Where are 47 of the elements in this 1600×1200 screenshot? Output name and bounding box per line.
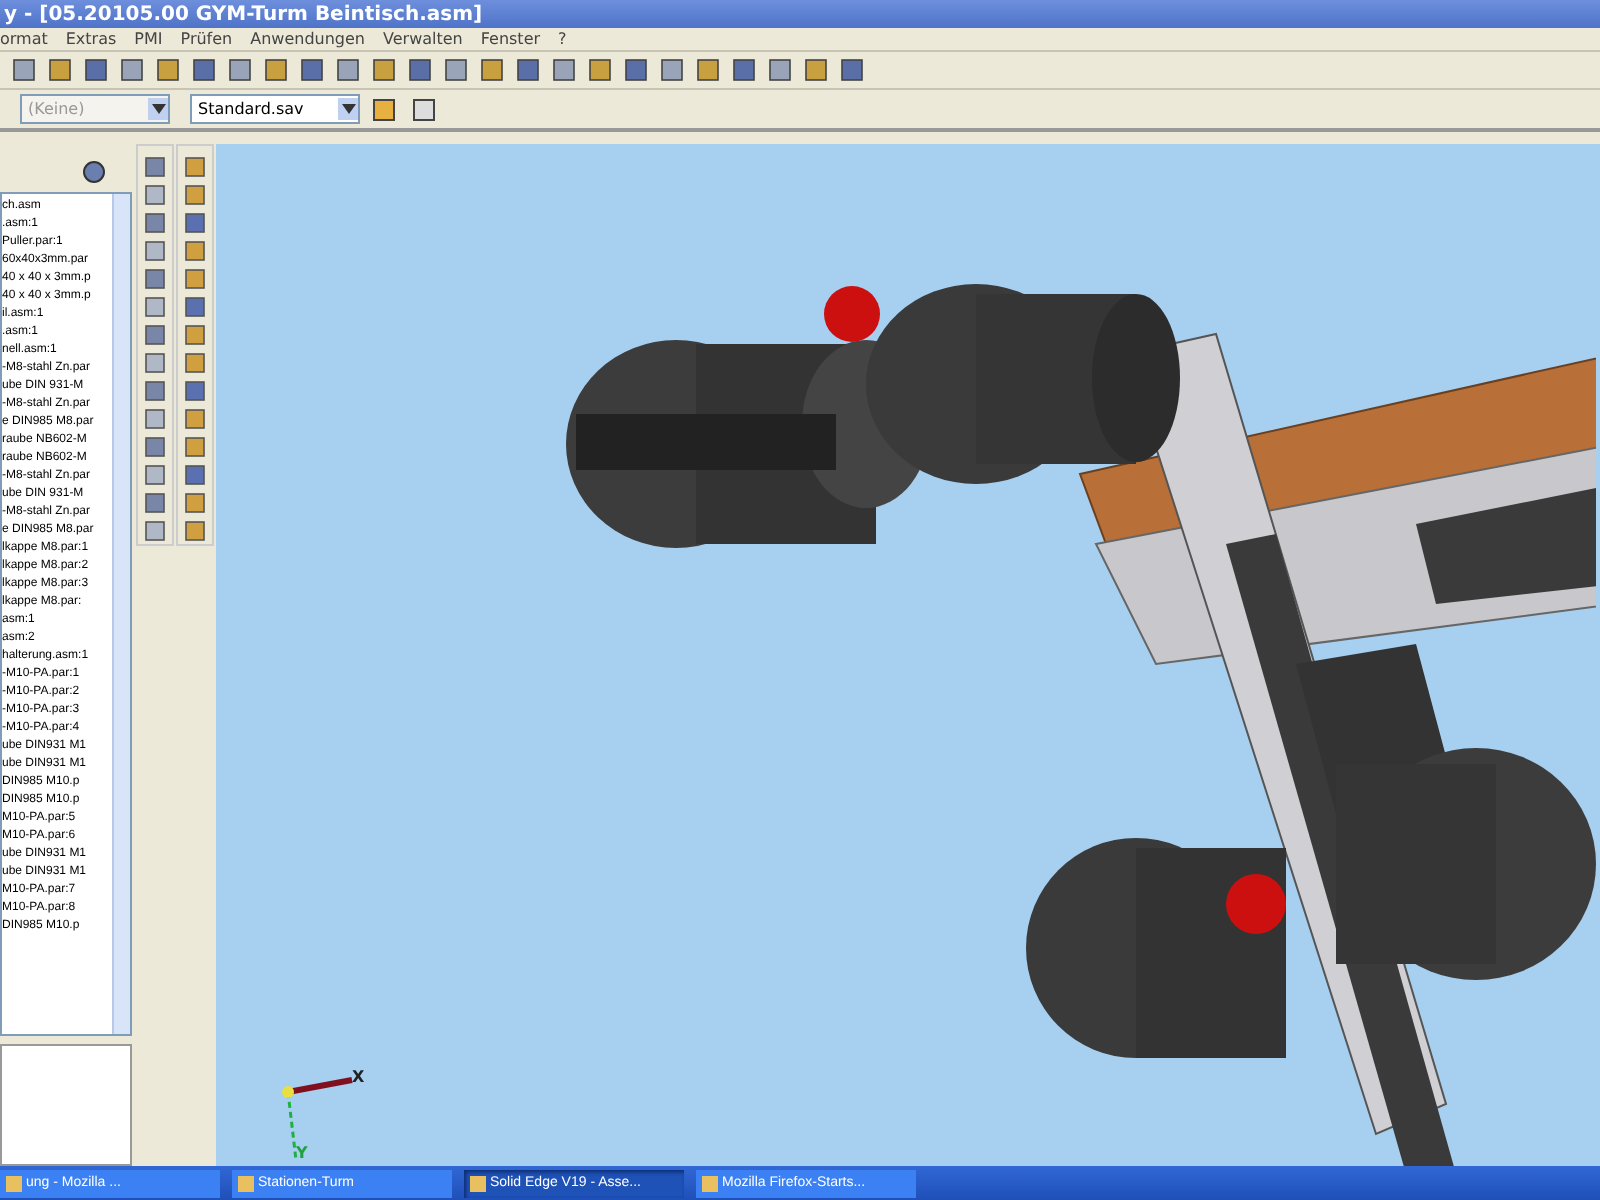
toolbar-button[interactable] xyxy=(332,54,364,86)
window-icon xyxy=(702,1175,718,1191)
axis-label: Y xyxy=(296,1144,308,1162)
scrollbar[interactable] xyxy=(112,194,130,1034)
menu-item[interactable]: ? xyxy=(558,30,567,48)
menu-item[interactable]: ormat xyxy=(0,30,48,48)
toolbar-button[interactable] xyxy=(404,54,436,86)
axis-label: X xyxy=(352,1068,365,1086)
toolbar-button[interactable] xyxy=(584,54,616,86)
dropdown-arrow-icon xyxy=(148,98,168,120)
toolbar-button[interactable] xyxy=(116,54,148,86)
toolbar-button[interactable] xyxy=(836,54,868,86)
window-icon xyxy=(6,1175,22,1191)
window-icon xyxy=(470,1175,486,1191)
toolbar-button[interactable] xyxy=(656,54,688,86)
menu-item[interactable]: PMI xyxy=(134,30,163,48)
toolbar-button[interactable] xyxy=(44,54,76,86)
menu-item[interactable]: Prüfen xyxy=(180,30,233,48)
toolbar-button[interactable] xyxy=(512,54,544,86)
window-icon xyxy=(238,1175,254,1191)
menu-item[interactable]: Extras xyxy=(65,30,117,48)
toolbar-button[interactable] xyxy=(152,54,184,86)
style-dropdown[interactable]: Standard.sav xyxy=(190,94,360,124)
toolbar-button[interactable] xyxy=(440,54,472,86)
menu-item[interactable]: Anwendungen xyxy=(250,30,365,48)
toolbar-button[interactable] xyxy=(408,93,440,125)
toolbar-button[interactable] xyxy=(188,54,220,86)
properties-pane xyxy=(0,1044,132,1166)
toolbar-button[interactable] xyxy=(8,54,40,86)
toolbar-button[interactable] xyxy=(368,54,400,86)
window-title: y - [05.20105.00 GYM-Turm Beintisch.asm] xyxy=(4,3,483,25)
toolbar-button[interactable] xyxy=(692,54,724,86)
toolbar-button[interactable] xyxy=(548,54,580,86)
toolbar-button[interactable] xyxy=(260,54,292,86)
menu-item[interactable]: Fenster xyxy=(480,30,541,48)
toolbar-button[interactable] xyxy=(296,54,328,86)
toolbar-button[interactable] xyxy=(764,54,796,86)
toolbar-button[interactable] xyxy=(224,54,256,86)
menu-item[interactable]: Verwalten xyxy=(383,30,463,48)
toolbar-button[interactable] xyxy=(800,54,832,86)
toolbar-button[interactable] xyxy=(728,54,760,86)
panel-tab-icon[interactable] xyxy=(82,160,108,186)
dropdown-arrow-icon xyxy=(338,98,358,120)
toolbar-button[interactable] xyxy=(476,54,508,86)
toolbar-button[interactable] xyxy=(368,93,400,125)
toolbar-button[interactable] xyxy=(620,54,652,86)
toolbar-button[interactable] xyxy=(80,54,112,86)
